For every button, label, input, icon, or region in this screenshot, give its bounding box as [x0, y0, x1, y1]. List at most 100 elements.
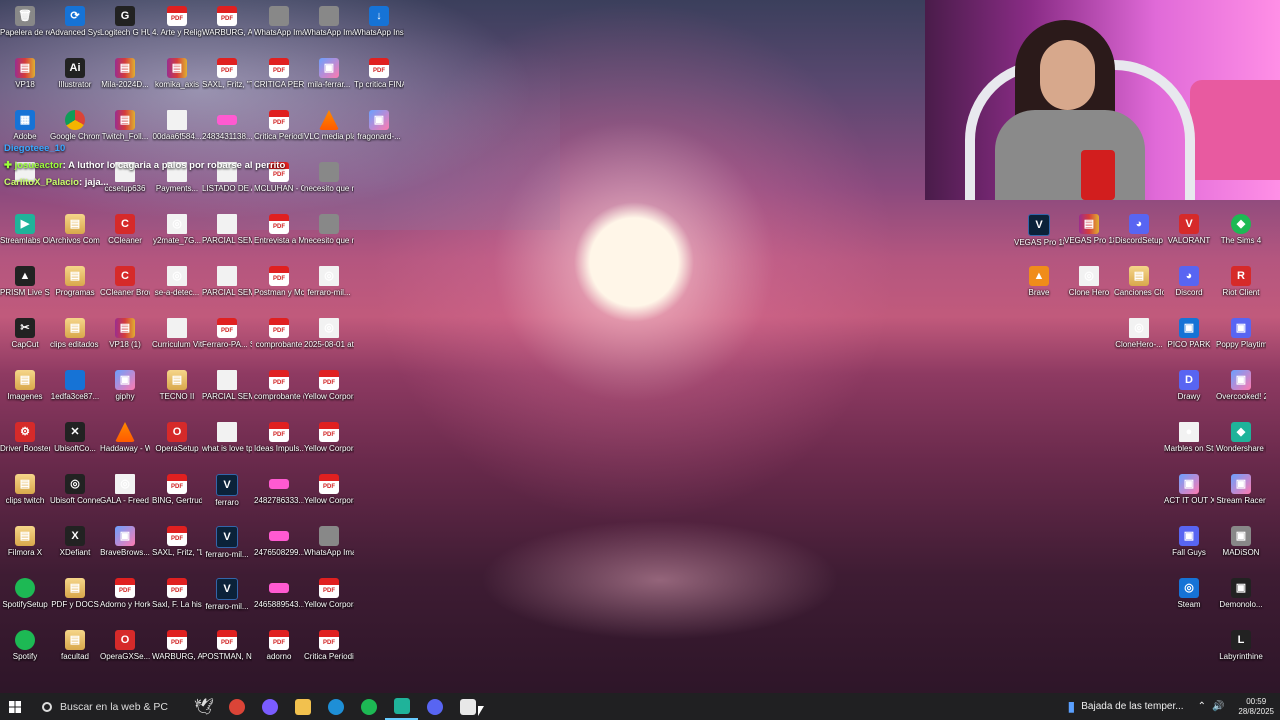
desktop-icon[interactable]: ▣ Fall Guys	[1164, 522, 1214, 574]
desktop-icon[interactable]: PDF Yellow Corporate ...	[304, 366, 354, 418]
desktop-icon[interactable]: ◎ se-a-detec...	[152, 262, 202, 314]
desktop-icon[interactable]: ◕ DiscordSetup	[1114, 210, 1164, 262]
desktop-icon[interactable]: PDF WARBURG, Aby, "Dure...	[202, 2, 252, 54]
taskbar-search-box[interactable]: Buscar en la web & PC 🕊	[30, 693, 220, 720]
desktop-icon[interactable]: Ai Illustrator	[50, 54, 100, 106]
desktop-icon[interactable]: PDF adorno	[254, 626, 304, 678]
desktop-icon[interactable]: Vferraro-mil...	[202, 574, 252, 626]
desktop-icon[interactable]: PDF WARBURG, Aby, "El Na...	[152, 626, 202, 678]
desktop-icon[interactable]: ✕ UbisoftCo...	[50, 418, 100, 470]
desktop-icon[interactable]: PARCIAL SEMINARI...	[202, 262, 252, 314]
desktop-icon[interactable]: PDF CRITICA PER ODIST...	[254, 54, 304, 106]
desktop-icon[interactable]: ▤ Imagenes	[0, 366, 50, 418]
desktop-icon[interactable]: Haddaway - What is Lo...	[100, 418, 150, 470]
desktop-icon[interactable]: ↓ WhatsApp Installer	[354, 2, 404, 54]
desktop-icon[interactable]: ▤ Archivos Comprimi...	[50, 210, 100, 262]
desktop-icon[interactable]: WhatsApp Image 2025...	[304, 522, 354, 574]
desktop-icon[interactable]: ▤ Programas	[50, 262, 100, 314]
desktop-icon[interactable]: 2482786333...	[254, 470, 304, 522]
desktop-icon[interactable]: ◆ The Sims 4	[1216, 210, 1266, 262]
desktop-icon[interactable]: ▤ VP18 (1)	[100, 314, 150, 366]
desktop-icon[interactable]: ▲ PRISM Live Studio	[0, 262, 50, 314]
desktop-icon[interactable]: WhatsApp Image 2025...	[254, 2, 304, 54]
speaker-icon[interactable]: 🔊	[1212, 701, 1224, 712]
desktop-icon[interactable]: ◎ y2mate_7G...	[152, 210, 202, 262]
desktop-icon[interactable]: R Riot Client	[1216, 262, 1266, 314]
file-explorer-taskbar-icon[interactable]	[286, 693, 319, 720]
desktop-icon[interactable]: ▣ giphy	[100, 366, 150, 418]
desktop-icon[interactable]: ◎ GALA - Freed from desire	[100, 470, 150, 522]
desktop-icon[interactable]: O OperaSetup	[152, 418, 202, 470]
desktop-icon[interactable]: V VEGAS Pro 18.0	[1014, 210, 1064, 262]
discord-taskbar-icon[interactable]	[418, 693, 451, 720]
desktop-icon[interactable]: PDF Saxl, F. La historia de ...	[152, 574, 202, 626]
desktop-icon[interactable]: 1edfa3ce87...	[50, 366, 100, 418]
desktop-icon[interactable]: PDF comprobante	[254, 314, 304, 366]
desktop-icon[interactable]: PDF Ferraro-PA... SEMINARIO...	[202, 314, 252, 366]
desktop-icon[interactable]: X XDefiant	[50, 522, 100, 574]
desktop-icon[interactable]: ▣ PICO PARK	[1164, 314, 1214, 366]
desktop-icon[interactable]: O OperaGXSe...	[100, 626, 150, 678]
desktop-icon[interactable]: PARCIAL SEMINARI...	[202, 210, 252, 262]
desktop-icon[interactable]: ● Marbles on Stream	[1164, 418, 1214, 470]
desktop-icon[interactable]: PARCIAL SEMINARI...	[202, 366, 252, 418]
desktop-icon[interactable]: PDF SAXL, Fritz, "Tres flore...	[202, 54, 252, 106]
desktop-icon[interactable]: ◆ Wondershare Filmora X	[1216, 418, 1266, 470]
desktop-icon[interactable]: PDF Critica Periodisti...	[304, 626, 354, 678]
desktop-icon[interactable]: Vferraro	[202, 470, 252, 522]
desktop-icon[interactable]: G Logitech G HUB	[100, 2, 150, 54]
desktop-icon[interactable]: ⚙ Driver Booster 12	[0, 418, 50, 470]
start-button[interactable]	[0, 693, 30, 720]
desktop-icon[interactable]: PDF 4. Arte y Religión. L...	[152, 2, 202, 54]
desktop-icon[interactable]: PDF BING, Gertrud,...	[152, 470, 202, 522]
desktop-icon[interactable]: Spotify	[0, 626, 50, 678]
desktop-icon[interactable]: PDF Yellow Corporate ...	[304, 470, 354, 522]
desktop-icon[interactable]: 🗑 Papelera de reciclaje	[0, 2, 50, 54]
taskbar-clock[interactable]: 00:59 28/8/2025	[1238, 697, 1274, 717]
desktop-icon[interactable]: V VALORANT	[1164, 210, 1214, 262]
desktop-icon[interactable]: ◎ ferraro-mil...	[304, 262, 354, 314]
copilot-taskbar-icon[interactable]	[253, 693, 286, 720]
desktop-icon[interactable]: ▣ ACT IT OUT XL!	[1164, 470, 1214, 522]
desktop-icon[interactable]: PDF Yellow Corporate ...	[304, 418, 354, 470]
desktop-icon[interactable]: L Labyrinthine	[1216, 626, 1266, 678]
desktop-icon[interactable]: necesito que me hagas u...	[304, 210, 354, 262]
desktop-icon[interactable]: SpotifySetup	[0, 574, 50, 626]
desktop-icon[interactable]: Curriculum Vitae Mil...	[152, 314, 202, 366]
desktop-icon[interactable]: ▤ Canciones Clone Hero	[1114, 262, 1164, 314]
weather-widget-text[interactable]: Bajada de las temper...	[1081, 701, 1183, 712]
desktop-icon[interactable]: ▤ facultad	[50, 626, 100, 678]
desktop-icon[interactable]: ✂ CapCut	[0, 314, 50, 366]
desktop-icon[interactable]: ▣ Demonolo...	[1216, 574, 1266, 626]
desktop-icon[interactable]: PDF Entrevista a Marshall ...	[254, 210, 304, 262]
desktop-icon[interactable]: PDF Tp critica FINAL	[354, 54, 404, 106]
desktop-icon[interactable]: what is love tp.veg.bak	[202, 418, 252, 470]
desktop-icon[interactable]: ▤ clips twitch	[0, 470, 50, 522]
desktop-icon[interactable]: 2476508299...	[254, 522, 304, 574]
desktop-icon[interactable]: ◎ Ubisoft Connect	[50, 470, 100, 522]
desktop-icon[interactable]: ▶ Streamlabs OBS	[0, 210, 50, 262]
desktop-icon[interactable]: ◕ Discord	[1164, 262, 1214, 314]
desktop-icon[interactable]: PDF Ideas Impuls...	[254, 418, 304, 470]
edge-taskbar-icon[interactable]	[319, 693, 352, 720]
desktop-icon[interactable]: ▤ TECNO II	[152, 366, 202, 418]
desktop-icon[interactable]: C CCleaner	[100, 210, 150, 262]
desktop-icon[interactable]: ▣ BraveBrows...	[100, 522, 150, 574]
desktop-icon[interactable]: ▣ Overcooked! 2	[1216, 366, 1266, 418]
desktop-icon[interactable]: ▲ Brave	[1014, 262, 1064, 314]
desktop-icon[interactable]: ◎ Steam	[1164, 574, 1214, 626]
desktop-icon[interactable]: ▤ Mila-2024D...	[100, 54, 150, 106]
desktop-icon[interactable]: PDF Yellow Corporate ...	[304, 574, 354, 626]
desktop-icon[interactable]: ▣ Poppy Playtime	[1216, 314, 1266, 366]
chrome-taskbar-icon[interactable]	[220, 693, 253, 720]
desktop-icon[interactable]: PDF POSTMAN, Neil. Diverti...	[202, 626, 252, 678]
desktop-icon[interactable]: ▤ komika_axis	[152, 54, 202, 106]
chevron-up-icon[interactable]: ⌃	[1198, 701, 1206, 712]
desktop-icon[interactable]: D Drawy	[1164, 366, 1214, 418]
desktop-icon[interactable]: 2465889543...	[254, 574, 304, 626]
desktop-icon[interactable]: ⟳ Advanced SystemCare	[50, 2, 100, 54]
desktop-icon[interactable]: ▣ MADiSON	[1216, 522, 1266, 574]
desktop-icon[interactable]: ◎ Clone Hero	[1064, 262, 1114, 314]
desktop-icon[interactable]: PDF SAXL, Fritz, "La Bibliote...	[152, 522, 202, 574]
desktop-icon[interactable]: ▤ Filmora X	[0, 522, 50, 574]
